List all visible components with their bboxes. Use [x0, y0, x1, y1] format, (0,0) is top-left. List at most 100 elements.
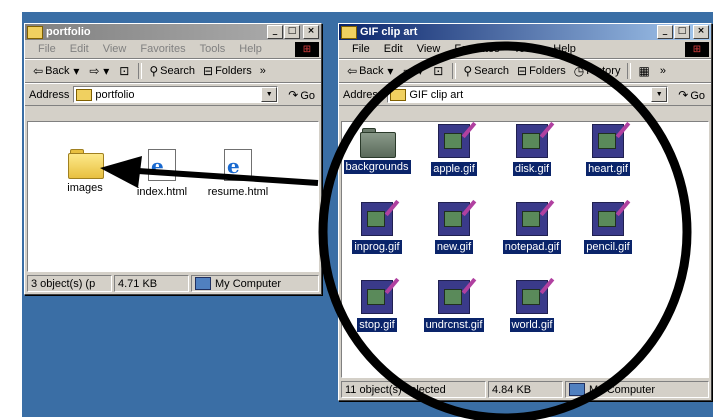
search-button[interactable]: ⚲ Search: [459, 64, 513, 78]
gif-clip-art-titlebar[interactable]: GIF clip art _ □ ×: [339, 24, 711, 40]
maximize-button[interactable]: □: [674, 25, 690, 39]
list-item[interactable]: e index.html: [122, 149, 202, 199]
list-item[interactable]: undrcnst.gif: [414, 277, 494, 333]
back-arrow-icon: ⇦: [347, 64, 358, 78]
search-label: Search: [160, 65, 195, 77]
toolbar: ⇦ Back ▾ ⇨ ▾ ⊡ ⚲ Search ⊟ Folders ◷ History …: [339, 59, 711, 83]
search-button[interactable]: ⚲ Search: [145, 64, 199, 78]
list-item[interactable]: world.gif: [492, 277, 572, 333]
list-item[interactable]: stop.gif: [337, 277, 417, 333]
minimize-button[interactable]: _: [657, 25, 673, 39]
item-label: inprog.gif: [351, 239, 403, 255]
status-zone-label: My Computer: [589, 383, 656, 396]
list-item[interactable]: pencil.gif: [568, 199, 648, 255]
folder-icon: [68, 149, 104, 179]
menu-tools[interactable]: Tools: [507, 43, 547, 55]
item-label: apple.gif: [430, 161, 478, 177]
menu-help[interactable]: Help: [546, 43, 583, 55]
history-icon: ◷: [573, 64, 585, 78]
forward-arrow-icon: ⇨ ▾: [403, 64, 424, 78]
my-computer-icon: [195, 277, 211, 290]
file-list[interactable]: images e index.html e resume.html: [27, 121, 319, 272]
item-label: new.gif: [433, 239, 475, 255]
window-title: portfolio: [46, 26, 91, 38]
address-label: Address: [343, 88, 384, 101]
menu-view[interactable]: View: [410, 43, 448, 55]
close-button[interactable]: ×: [303, 25, 319, 39]
address-input[interactable]: GIF clip art ▼: [387, 86, 669, 103]
list-item[interactable]: heart.gif: [568, 121, 648, 177]
up-button[interactable]: ⊡: [115, 64, 135, 78]
gif-icon: [516, 199, 555, 236]
address-input[interactable]: portfolio ▼: [73, 86, 279, 103]
go-button[interactable]: ↷ Go: [282, 88, 321, 102]
address-dropdown-button[interactable]: ▼: [651, 87, 668, 102]
file-list[interactable]: backgrounds apple.gif disk.gif heart.gif…: [341, 121, 709, 378]
item-label: undrcnst.gif: [422, 317, 486, 333]
list-item[interactable]: images: [45, 149, 125, 195]
item-label: images: [67, 182, 103, 194]
item-label: world.gif: [508, 317, 556, 333]
back-button[interactable]: ⇦ Back ▾: [29, 64, 85, 78]
history-button[interactable]: ◷ History: [570, 64, 625, 78]
list-item[interactable]: e resume.html: [198, 149, 278, 199]
list-item[interactable]: disk.gif: [492, 121, 572, 177]
go-arrow-icon: ↷: [678, 87, 689, 102]
address-dropdown-button[interactable]: ▼: [261, 87, 278, 102]
toolbar-more[interactable]: »: [656, 65, 670, 77]
portfolio-titlebar[interactable]: portfolio _ □ ×: [25, 24, 321, 40]
forward-arrow-icon: ⇨ ▾: [89, 64, 110, 78]
my-computer-icon: [569, 383, 585, 396]
gif-icon: [516, 277, 555, 314]
list-item[interactable]: apple.gif: [414, 121, 494, 177]
dropdown-icon: ▾: [383, 64, 394, 78]
menu-view[interactable]: View: [96, 43, 134, 55]
item-label: stop.gif: [356, 317, 398, 333]
folders-icon: ⊟: [517, 64, 528, 78]
close-button[interactable]: ×: [693, 25, 709, 39]
folders-icon: ⊟: [203, 64, 214, 78]
go-arrow-icon: ↷: [288, 87, 299, 102]
menu-edit[interactable]: Edit: [377, 43, 410, 55]
back-label: Back: [359, 65, 384, 77]
menu-file[interactable]: File: [345, 43, 377, 55]
up-button[interactable]: ⊡: [429, 64, 449, 78]
ie-html-icon: e: [148, 149, 176, 181]
list-item[interactable]: new.gif: [414, 199, 494, 255]
windows-logo-icon: ⊞: [295, 41, 319, 57]
list-item[interactable]: backgrounds: [337, 128, 417, 175]
windows-logo-icon: ⊞: [685, 41, 709, 57]
window-title: GIF clip art: [360, 26, 418, 38]
forward-button[interactable]: ⇨ ▾: [85, 64, 115, 78]
toolbar-more[interactable]: »: [256, 65, 270, 77]
go-button[interactable]: ↷ Go: [672, 88, 711, 102]
menu-help[interactable]: Help: [232, 43, 269, 55]
gif-clip-art-window[interactable]: GIF clip art _ □ × File Edit View Favori…: [338, 23, 712, 401]
address-value: portfolio: [95, 88, 135, 101]
forward-button[interactable]: ⇨ ▾: [399, 64, 429, 78]
up-folder-icon: ⊡: [119, 64, 130, 78]
address-label: Address: [29, 88, 70, 101]
maximize-button[interactable]: □: [284, 25, 300, 39]
status-bar: 11 object(s) selected 4.84 KB My Compute…: [341, 381, 709, 398]
gif-icon: [361, 199, 400, 236]
status-bar: 3 object(s) (p 4.71 KB My Computer: [27, 275, 319, 292]
menu-file[interactable]: File: [31, 43, 63, 55]
list-item[interactable]: notepad.gif: [492, 199, 572, 255]
portfolio-window[interactable]: portfolio _ □ × File Edit View Favorites…: [24, 23, 322, 295]
back-button[interactable]: ⇦ Back ▾: [343, 64, 399, 78]
menu-edit[interactable]: Edit: [63, 43, 96, 55]
search-label: Search: [474, 65, 509, 77]
folders-label: Folders: [215, 65, 252, 77]
views-button[interactable]: ▦: [634, 64, 655, 78]
item-label: heart.gif: [585, 161, 631, 177]
list-item[interactable]: inprog.gif: [337, 199, 417, 255]
folders-button[interactable]: ⊟ Folders: [199, 64, 256, 78]
address-value: GIF clip art: [409, 88, 464, 101]
ie-html-icon: e: [224, 149, 252, 181]
menu-favorites[interactable]: Favorites: [133, 43, 192, 55]
menu-favorites[interactable]: Favorites: [447, 43, 506, 55]
folders-button[interactable]: ⊟ Folders: [513, 64, 570, 78]
menu-tools[interactable]: Tools: [193, 43, 233, 55]
minimize-button[interactable]: _: [267, 25, 283, 39]
